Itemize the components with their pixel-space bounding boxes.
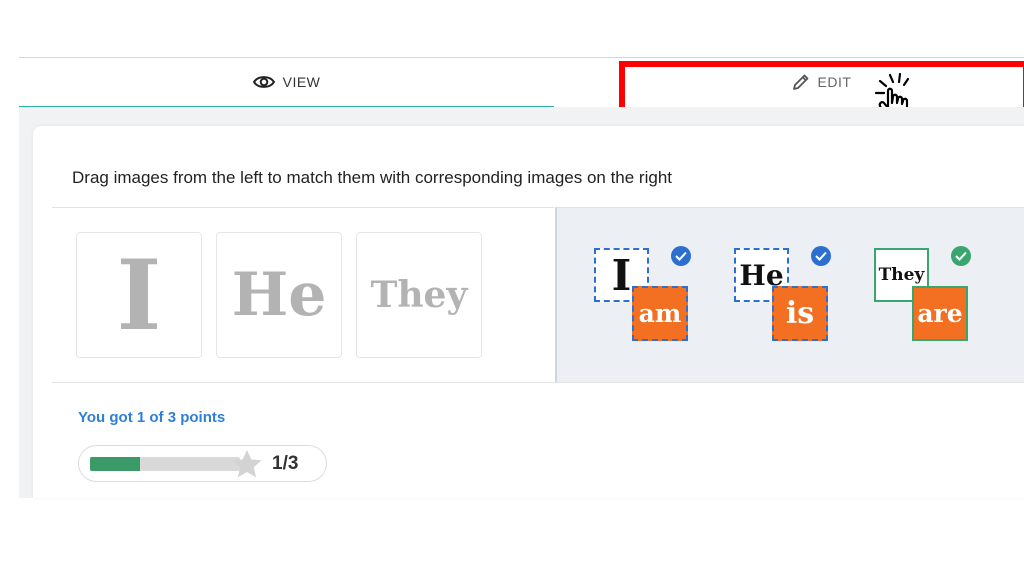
score-progress: 1/3 <box>78 445 327 482</box>
check-circle-icon <box>951 246 971 266</box>
target-verb-card: are <box>912 286 968 341</box>
dropped-word-label: They <box>878 265 925 285</box>
star-icon <box>231 449 263 484</box>
tab-view-label: VIEW <box>282 74 321 90</box>
progress-fill <box>90 457 140 471</box>
check-circle-icon <box>671 246 691 266</box>
tab-edit[interactable]: EDIT <box>619 58 1024 106</box>
source-tile-they[interactable]: They <box>356 232 482 358</box>
target-verb-card: am <box>632 286 688 341</box>
target-verb-label: am <box>638 299 682 328</box>
target-verb-label: are <box>917 299 963 328</box>
eye-icon <box>252 74 275 90</box>
target-verb-card: is <box>772 286 828 341</box>
source-tile-label: I <box>116 238 162 352</box>
source-tile-he[interactable]: He <box>216 232 342 358</box>
tab-edit-label: EDIT <box>817 74 852 90</box>
check-circle-icon <box>811 246 831 266</box>
progress-label: 1/3 <box>272 453 299 474</box>
instruction-text: Drag images from the left to match them … <box>72 168 673 187</box>
source-tile-i[interactable]: I <box>76 232 202 358</box>
source-tile-label: He <box>231 260 327 330</box>
progress-track <box>90 457 240 471</box>
dropped-word-label: I <box>611 250 632 300</box>
target-verb-label: is <box>785 296 815 331</box>
pencil-icon <box>792 73 810 91</box>
source-tile-label: They <box>370 274 468 316</box>
score-text: You got 1 of 3 points <box>78 409 226 426</box>
tab-view[interactable]: VIEW <box>19 58 554 108</box>
